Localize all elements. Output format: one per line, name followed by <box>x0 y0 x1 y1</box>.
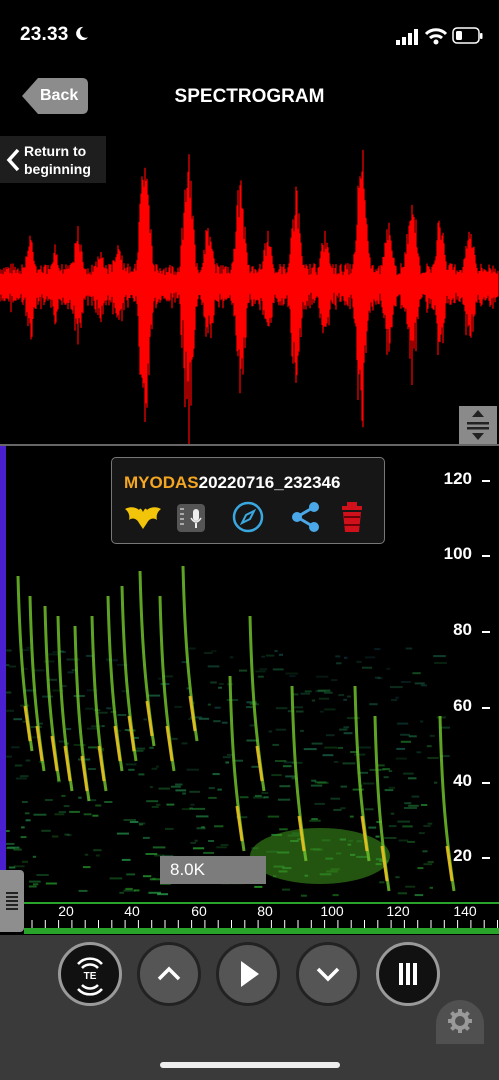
recording-name: 20220716_232346 <box>198 473 341 492</box>
home-indicator <box>160 1062 340 1068</box>
x-axis-label: 40 <box>124 903 140 919</box>
gear-icon <box>448 1009 472 1033</box>
share-icon[interactable] <box>290 500 322 534</box>
status-time: 23.33 <box>20 24 89 46</box>
scroll-up-button[interactable] <box>137 942 201 1006</box>
bat-call-trace <box>43 605 61 782</box>
y-axis-tick <box>482 480 490 482</box>
x-axis-label: 20 <box>58 903 74 919</box>
bat-icon[interactable] <box>124 504 162 530</box>
y-axis-label: 80 <box>453 620 472 639</box>
y-axis-tick <box>482 631 490 633</box>
y-axis-label: 40 <box>453 771 472 790</box>
resize-handle[interactable] <box>459 406 497 444</box>
y-axis-tick <box>482 707 490 709</box>
waveform-trace <box>0 149 499 444</box>
bat-call-trace <box>228 675 246 852</box>
y-axis-tick <box>482 782 490 784</box>
bat-call-trace <box>73 625 91 802</box>
microphone-icon[interactable] <box>176 502 206 534</box>
settings-button[interactable] <box>436 1000 484 1044</box>
cellular-signal-icon <box>396 29 418 45</box>
return-to-beginning-label: Return to beginning <box>24 143 91 177</box>
y-axis-label: 120 <box>443 469 472 488</box>
recording-brand: MYODAS <box>124 473 199 492</box>
y-axis-label: 100 <box>443 544 472 563</box>
moon-icon <box>76 26 89 41</box>
scroll-handle[interactable] <box>0 870 24 932</box>
y-axis-label: 60 <box>453 696 472 715</box>
pause-icon <box>399 963 417 985</box>
page-title: SPECTROGRAM <box>174 86 325 107</box>
chevron-left-icon <box>6 148 20 172</box>
chevron-down-icon <box>316 967 340 982</box>
x-axis-label: 60 <box>191 903 207 919</box>
recording-title: MYODAS20220716_232346 <box>124 473 340 493</box>
bat-call-trace <box>56 615 74 792</box>
bat-call-trace <box>90 615 108 792</box>
time-expansion-icon: TE <box>77 957 103 996</box>
playback-marker-bar <box>0 446 6 870</box>
play-button[interactable] <box>216 942 280 1006</box>
x-axis-label: 140 <box>453 903 477 919</box>
chevron-up-icon <box>157 966 181 981</box>
bat-call-trace <box>106 595 124 772</box>
compass-icon[interactable] <box>231 500 265 534</box>
time-axis: 20 40 60 80 100 120 140 <box>24 902 499 934</box>
grip-icon <box>6 892 18 910</box>
x-axis-label: 100 <box>320 903 344 919</box>
resize-vertical-icon <box>467 410 489 440</box>
svg-text:TE: TE <box>84 971 97 982</box>
scroll-down-button[interactable] <box>296 942 360 1006</box>
y-axis-tick <box>482 857 490 859</box>
bat-call-trace <box>120 585 138 762</box>
x-axis-label: 120 <box>386 903 410 919</box>
x-axis-label: 80 <box>257 903 273 919</box>
y-axis-label: 20 <box>453 846 472 865</box>
time-expansion-button[interactable]: TE <box>58 942 122 1006</box>
y-axis-tick <box>482 555 490 557</box>
play-icon <box>241 961 259 987</box>
frequency-readout-value: 8.0K <box>170 860 205 879</box>
wifi-icon <box>424 28 448 45</box>
pause-button[interactable] <box>376 942 440 1006</box>
bat-call-trace <box>181 565 199 742</box>
battery-icon <box>452 27 483 44</box>
trash-icon[interactable] <box>340 500 364 534</box>
